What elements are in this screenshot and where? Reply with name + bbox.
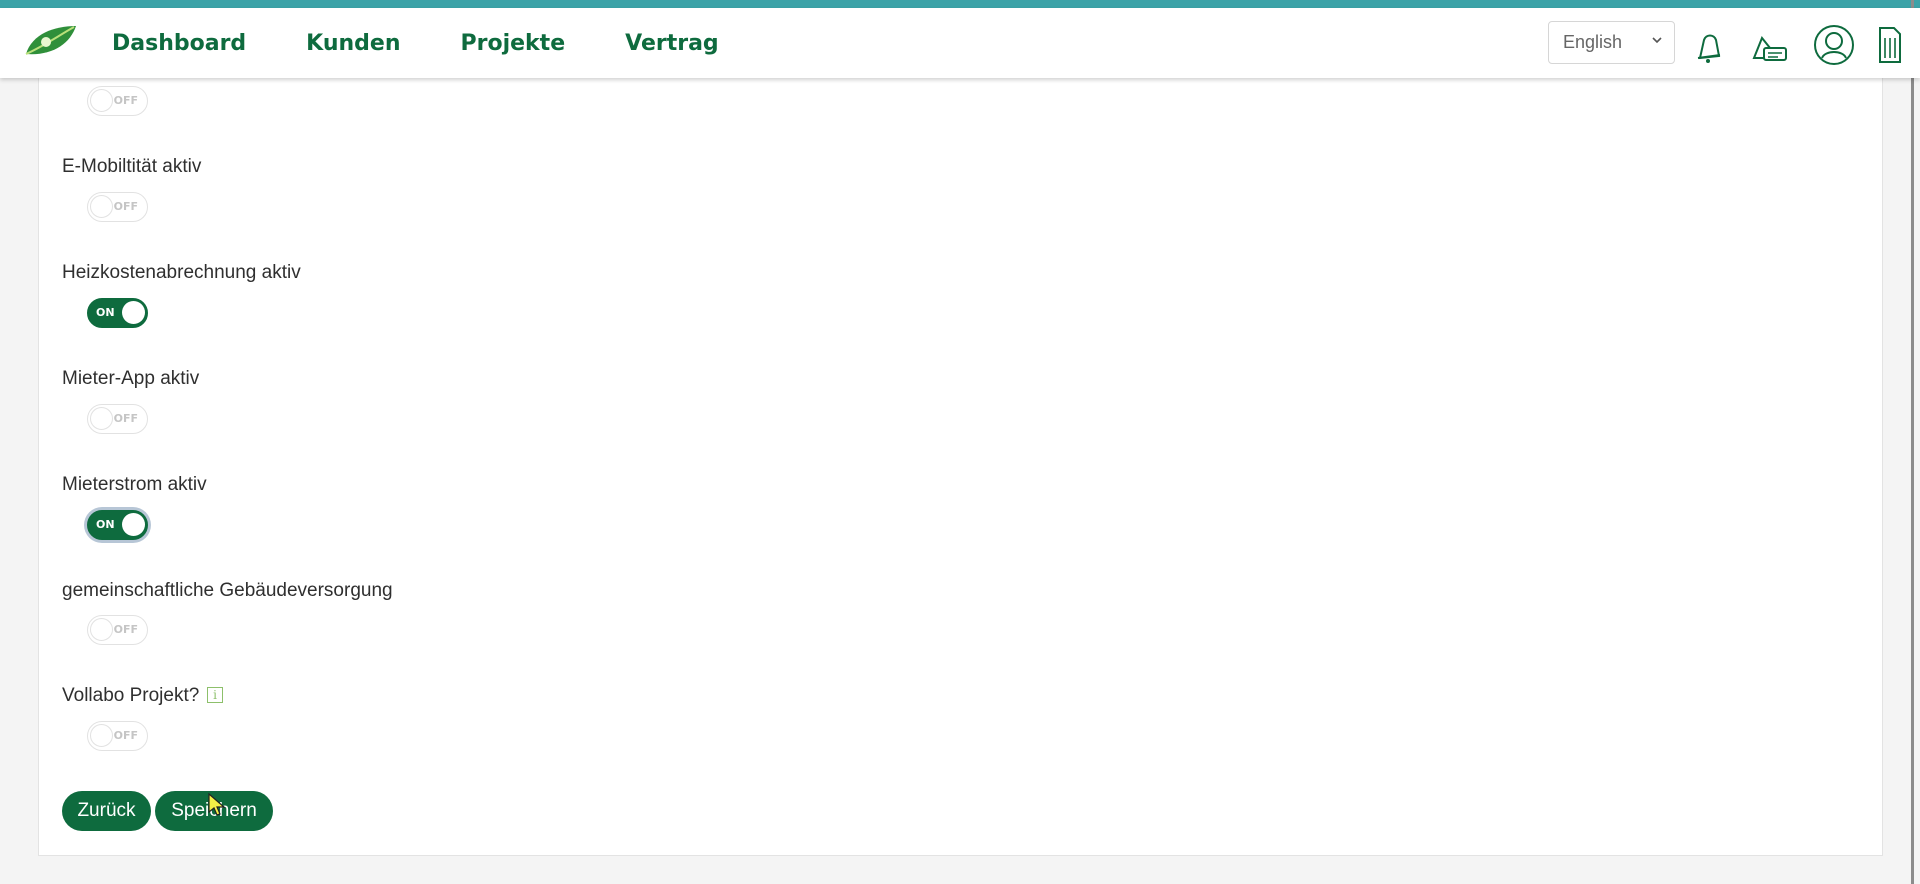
toggle-state: OFF <box>113 729 138 742</box>
settings-card <box>38 70 1883 856</box>
toggle-state: OFF <box>113 412 138 425</box>
toggle-mieter-app[interactable]: OFF <box>87 404 148 434</box>
toggle-state: OFF <box>113 623 138 636</box>
toggle-knob <box>122 513 145 536</box>
toggle-state: OFF <box>113 200 138 213</box>
toggle-vollabo-projekt[interactable]: OFF <box>87 721 148 751</box>
label-gebaeudeversorgung: gemeinschaftliche Gebäudeversorgung <box>62 580 393 601</box>
nav-vertrag[interactable]: Vertrag <box>625 31 719 56</box>
top-navbar: Dashboard Kunden Projekte Vertrag Englis… <box>0 8 1920 78</box>
mouse-cursor-icon <box>208 793 226 816</box>
label-mieter-app: Mieter-App aktiv <box>62 368 200 389</box>
top-accent-line <box>0 0 1920 8</box>
toggle-knob <box>90 89 113 112</box>
nav-projekte[interactable]: Projekte <box>461 31 566 56</box>
back-button[interactable]: Zurück <box>62 791 151 831</box>
label-vollabo-projekt: Vollabo Projekt? <box>62 685 200 706</box>
language-select-value: English <box>1563 32 1623 52</box>
toggle-knob <box>90 195 113 218</box>
document-icon[interactable] <box>1876 26 1902 64</box>
toggle-state: ON <box>96 518 115 531</box>
toggle-e-mobilitaet[interactable]: OFF <box>87 192 148 222</box>
toggle-knob <box>90 407 113 430</box>
toggle-state: ON <box>96 306 115 319</box>
toggle-heizkostenabrechnung[interactable]: ON <box>87 298 148 328</box>
toggle-knob <box>90 724 113 747</box>
label-e-mobilitaet: E-Mobiltität aktiv <box>62 156 202 177</box>
info-icon[interactable]: i <box>207 687 223 703</box>
language-select[interactable]: English <box>1548 21 1675 64</box>
main-nav: Dashboard Kunden Projekte Vertrag <box>112 8 779 78</box>
bell-icon[interactable] <box>1694 28 1724 64</box>
toggle-gebaeudeversorgung[interactable]: OFF <box>87 615 148 645</box>
chevron-down-icon <box>1652 37 1662 44</box>
nav-kunden[interactable]: Kunden <box>306 31 400 56</box>
nav-dashboard[interactable]: Dashboard <box>112 31 246 56</box>
toggle-knob <box>122 301 145 324</box>
scrollbar-thumb[interactable] <box>1911 0 1914 884</box>
toggle-knob <box>90 618 113 641</box>
label-heizkostenabrechnung: Heizkostenabrechnung aktiv <box>62 262 301 283</box>
label-mieterstrom: Mieterstrom aktiv <box>62 474 207 495</box>
toggle-hidden-setting[interactable]: OFF <box>87 86 148 116</box>
leaf-logo-icon[interactable] <box>24 24 78 58</box>
news-icon[interactable] <box>1750 28 1790 64</box>
user-icon[interactable] <box>1813 24 1855 66</box>
toggle-mieterstrom[interactable]: ON <box>87 510 148 540</box>
toggle-state: OFF <box>113 94 138 107</box>
